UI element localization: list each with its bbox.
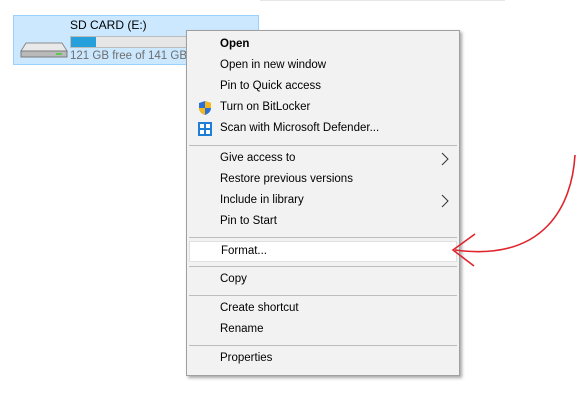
annotation-arrow bbox=[451, 154, 576, 267]
annotation-arrow-curve bbox=[454, 154, 576, 253]
